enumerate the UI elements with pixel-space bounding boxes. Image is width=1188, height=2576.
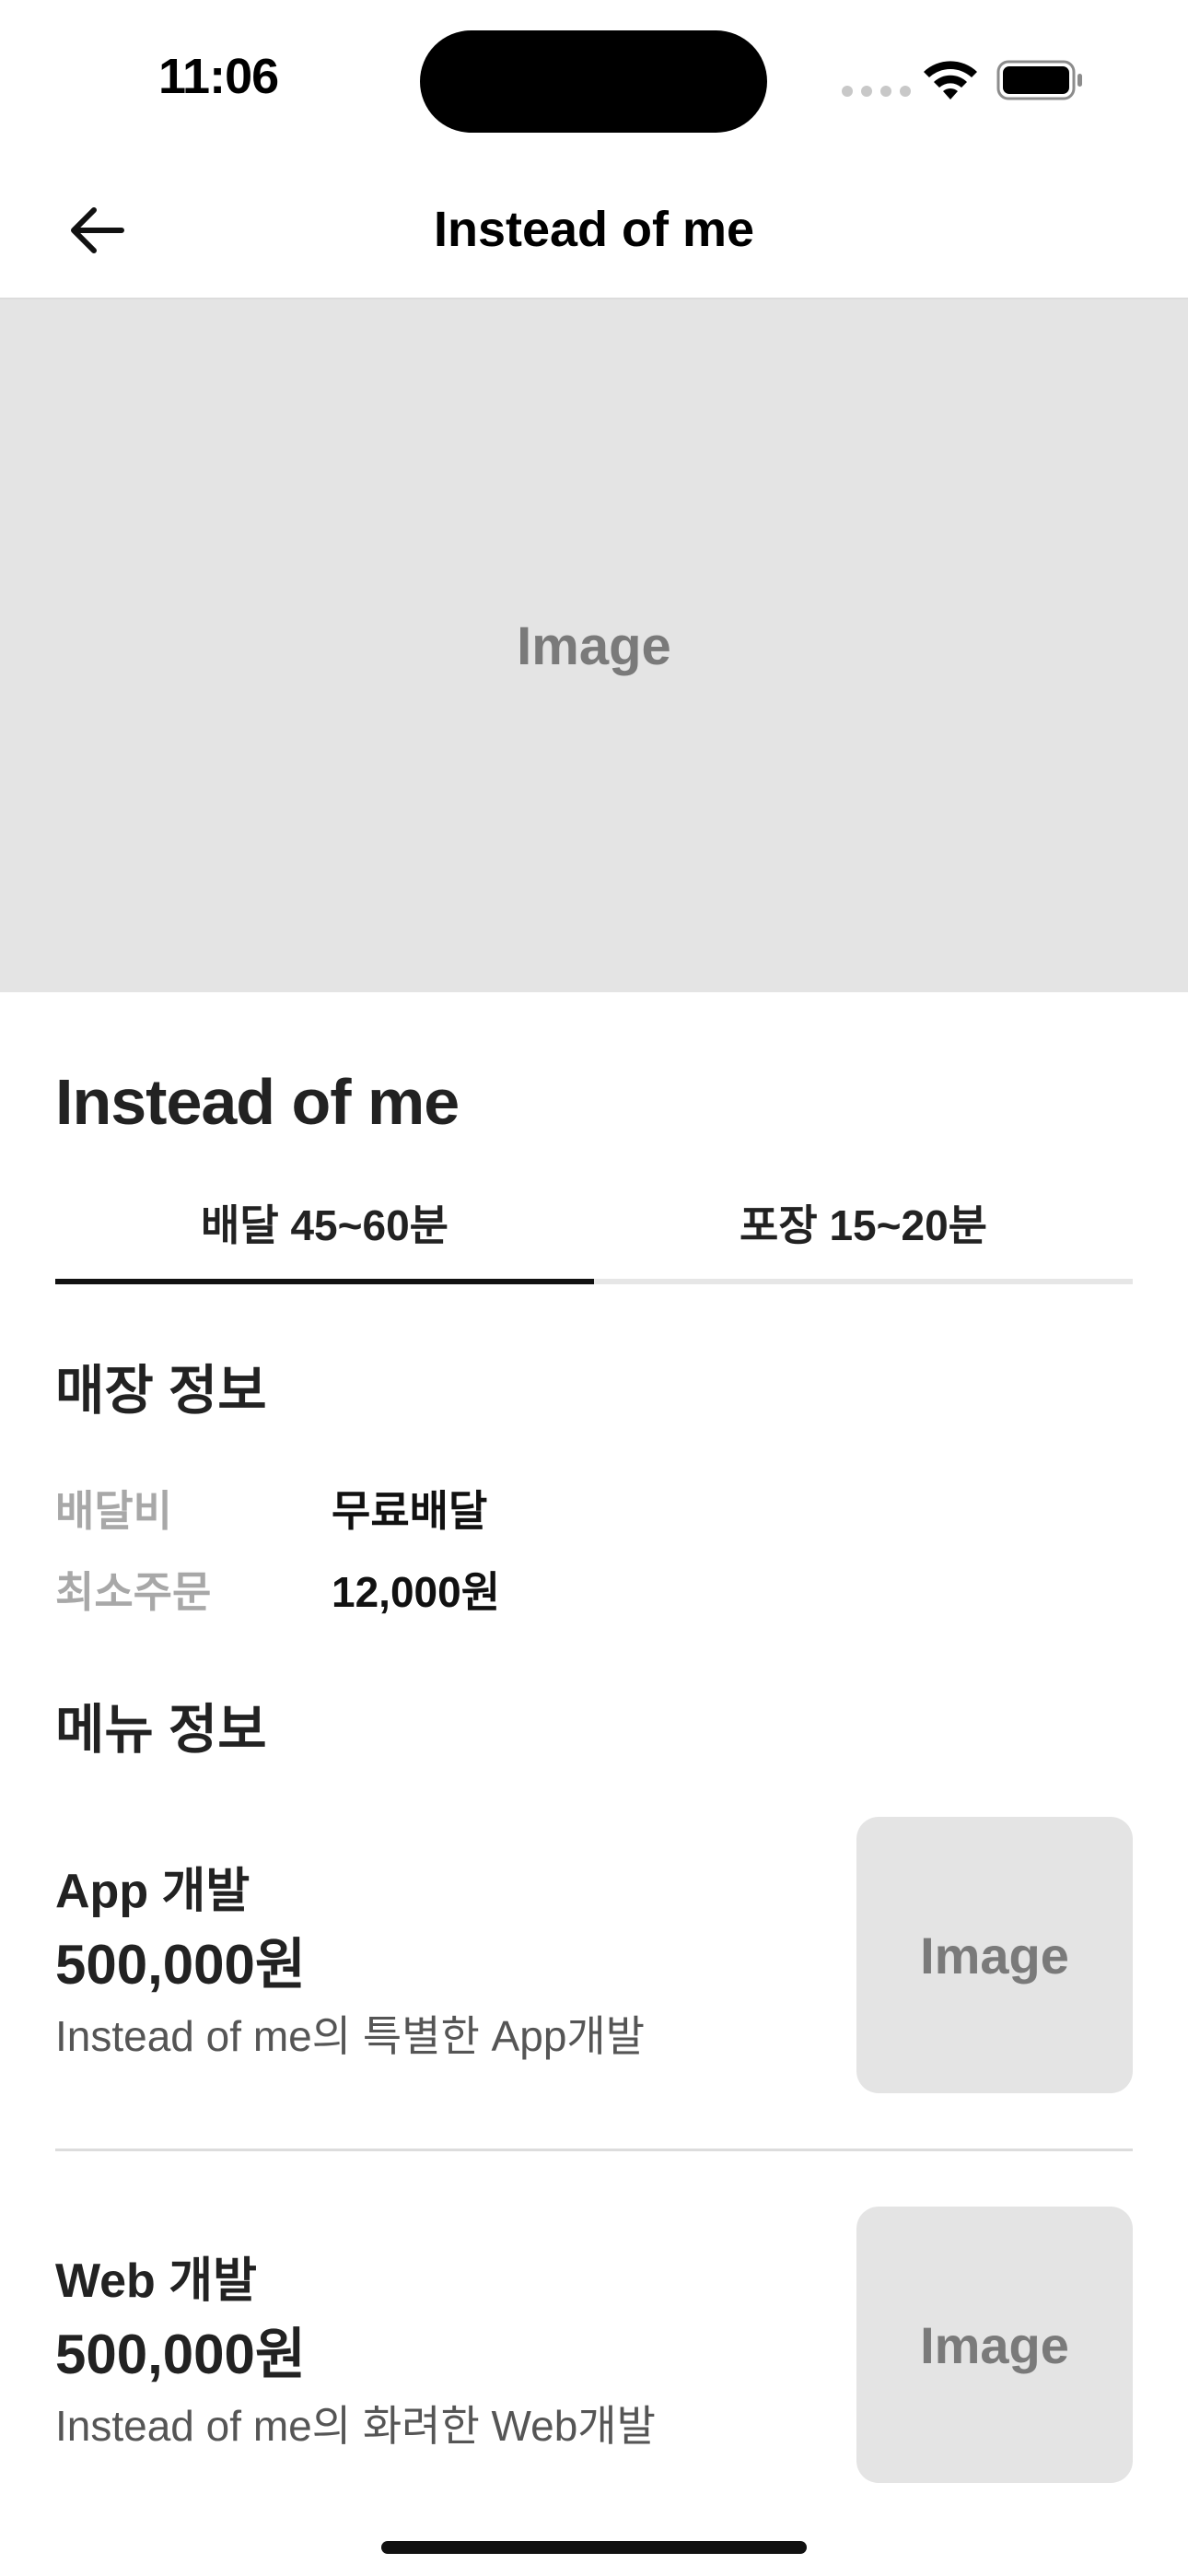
cellular-signal-icon [842,86,911,97]
store-name: Instead of me [55,1066,460,1138]
hero-image-placeholder-label: Image [517,615,671,676]
menu-item-price: 500,000원 [55,2324,307,2385]
menu-item[interactable]: App 개발 500,000원 Instead of me의 특별한 App개발… [55,1817,1133,2093]
delivery-fee-row: 배달비 무료배달 [55,1478,487,1539]
menu-info-title: 메뉴 정보 [55,1700,267,1760]
minimum-order-row: 최소주문 12,000원 [55,1559,500,1620]
minimum-order-value: 12,000원 [332,1568,501,1616]
page-title: Instead of me [433,202,755,257]
status-time: 11:06 [158,49,279,104]
tab-delivery[interactable]: 배달 45~60분 [55,1183,594,1284]
menu-item[interactable]: Web 개발 500,000원 Instead of me의 화려한 Web개발… [55,2207,1133,2483]
menu-item-image-label: Image [920,2315,1069,2374]
tab-pickup[interactable]: 포장 15~20분 [594,1183,1133,1279]
status-bar: 11:06 [0,0,1188,157]
store-hero-image: Image [0,299,1188,992]
menu-item-name: Web 개발 [55,2254,257,2308]
menu-item-image-label: Image [920,1926,1069,1985]
menu-item-image: Image [856,2207,1133,2483]
menu-item-name: App 개발 [55,1865,250,1918]
minimum-order-label: 최소주문 [55,1568,212,1616]
delivery-fee-label: 배달비 [55,1487,172,1535]
menu-divider [55,2149,1133,2151]
navigation-bar: Instead of me [0,157,1188,299]
menu-item-description: Instead of me의 화려한 Web개발 [55,2402,656,2450]
wifi-icon [924,61,977,100]
order-type-tabs: 배달 45~60분 포장 15~20분 [55,1183,1133,1284]
menu-item-image: Image [856,1817,1133,2093]
battery-icon [996,60,1082,100]
home-indicator[interactable] [381,2541,807,2554]
menu-item-description: Instead of me의 특별한 App개발 [55,2012,646,2060]
menu-item-price: 500,000원 [55,1934,307,1996]
delivery-fee-value: 무료배달 [332,1487,488,1535]
store-info-title: 매장 정보 [55,1361,267,1421]
dynamic-island [420,30,767,133]
